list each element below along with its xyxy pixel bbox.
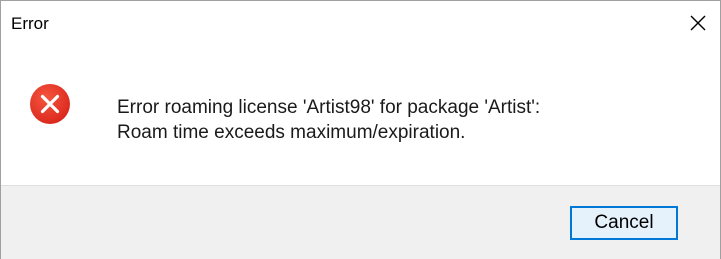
error-icon	[30, 84, 70, 124]
title-bar: Error	[1, 1, 720, 45]
error-dialog: Error Error roaming license 'Artist98' f…	[0, 0, 721, 259]
cancel-button-label: Cancel	[594, 212, 654, 233]
window-title: Error	[11, 14, 49, 33]
message-area: Error roaming license 'Artist98' for pac…	[1, 45, 720, 185]
close-button[interactable]	[676, 1, 720, 45]
cancel-button[interactable]: Cancel	[570, 206, 678, 240]
error-message-line-1: Error roaming license 'Artist98' for pac…	[117, 97, 541, 118]
close-icon	[690, 15, 706, 31]
button-bar: Cancel	[1, 185, 720, 259]
error-message: Error roaming license 'Artist98' for pac…	[117, 95, 540, 145]
error-message-line-2: Roam time exceeds maximum/expiration.	[117, 122, 466, 143]
